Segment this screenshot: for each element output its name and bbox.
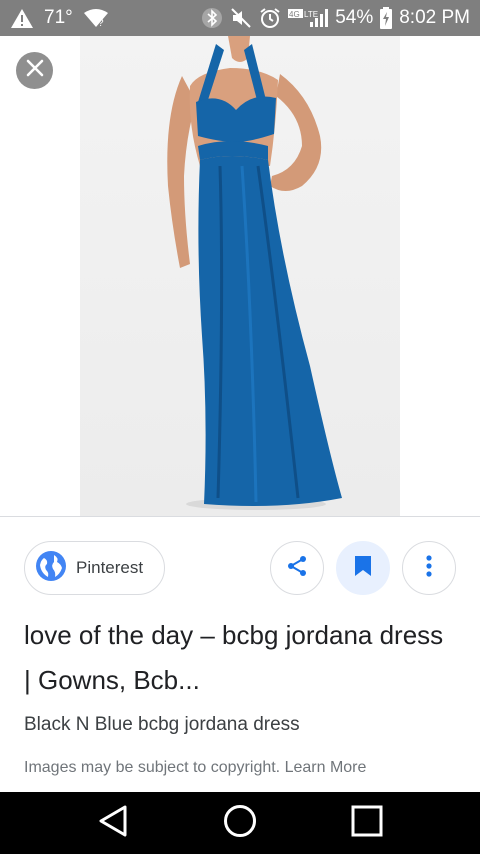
result-panel: Pinterest love of the day – bcbg jordana… [0,517,480,792]
alarm-icon [259,7,281,29]
more-options-button[interactable] [402,541,456,595]
source-name: Pinterest [76,558,144,577]
more-vert-icon [425,554,433,583]
temperature: 71° [44,7,73,28]
result-title[interactable]: love of the day – bcbg jordana dress | G… [24,613,444,703]
status-bar: 71° ? 4G LTE 54% 8:02 PM [0,0,480,36]
recents-icon[interactable] [351,805,383,842]
battery-level: 54% [335,7,374,28]
save-button[interactable] [336,541,390,595]
copyright-text: Images may be subject to copyright. [24,759,281,776]
home-icon[interactable] [223,804,257,843]
image-viewer [0,36,480,516]
bookmark-icon [353,554,373,583]
battery-charging-icon [380,7,393,29]
signal-icon: 4G LTE [288,7,329,29]
share-icon [285,554,309,583]
bluetooth-icon [201,7,223,29]
share-button[interactable] [270,541,324,595]
source-chip[interactable]: Pinterest [24,541,165,595]
close-icon [26,59,44,82]
back-icon[interactable] [97,804,129,843]
svg-text:4G: 4G [289,10,300,19]
mute-icon [230,7,252,29]
globe-icon [35,550,67,587]
copyright-notice: Images may be subject to copyright. Lear… [24,759,366,777]
wifi-icon: ? [83,8,109,28]
clock-time: 8:02 PM [399,7,470,28]
close-button[interactable] [16,52,53,89]
svg-text:?: ? [98,18,104,28]
navigation-bar [0,792,480,854]
warning-icon [10,8,34,29]
result-subtitle: Black N Blue bcbg jordana dress [24,714,300,735]
learn-more-link[interactable]: Learn More [285,759,367,776]
svg-text:LTE: LTE [304,10,318,19]
dress-photo[interactable] [80,36,400,516]
